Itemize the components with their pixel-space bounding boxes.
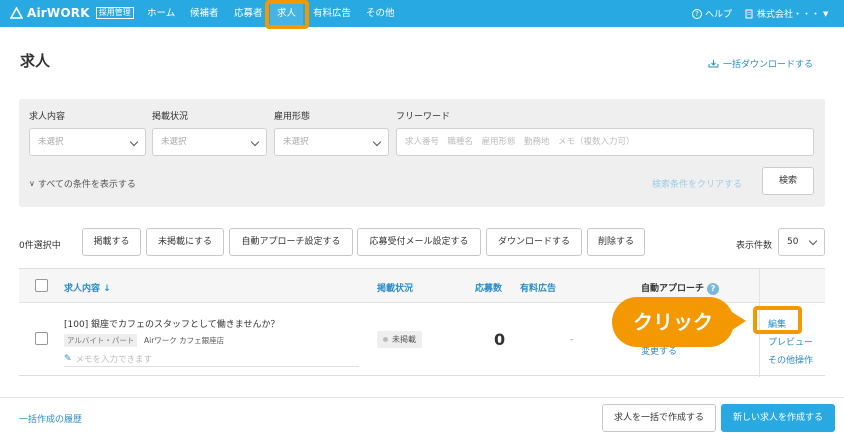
bulk-download-link[interactable]: 一括ダウンロードする <box>708 57 813 70</box>
employment-value: 未選択 <box>283 137 309 147</box>
job-content-value: 未選択 <box>38 137 64 147</box>
selected-count: 0件選択中 <box>19 241 61 251</box>
show-all-conditions-link[interactable]: ∨ すべての条件を表示する <box>29 177 136 190</box>
chevron-down-icon: ∨ <box>29 179 35 188</box>
nav-home[interactable]: ホーム <box>147 0 175 27</box>
th-job-content[interactable]: 求人内容 ↓ <box>64 281 111 294</box>
store-name: Airワーク カフェ銀座店 <box>144 336 225 345</box>
nav-applicants[interactable]: 応募者 <box>234 0 263 27</box>
nav-other[interactable]: その他 <box>366 0 395 27</box>
question-icon[interactable]: ? <box>707 282 720 295</box>
th-status[interactable]: 掲載状況 <box>377 281 413 294</box>
per-page-select[interactable]: 50 <box>778 228 825 256</box>
status-select[interactable]: 未選択 <box>152 128 267 156</box>
other-operations-link[interactable]: その他操作 <box>768 353 813 366</box>
freeword-label: フリーワード <box>396 112 451 122</box>
click-callout: クリック <box>612 297 734 347</box>
th-paid-ad[interactable]: 有料広告 <box>520 281 556 294</box>
building-icon <box>745 9 753 18</box>
nav-jobs-highlight <box>265 0 309 29</box>
sort-arrow-down-icon: ↓ <box>103 284 111 294</box>
th-applications[interactable]: 応募数 <box>475 281 502 294</box>
employment-tag: アルバイト・パート <box>64 334 138 347</box>
unpublish-button[interactable]: 未掲載にする <box>146 228 224 256</box>
status-badge: 未掲載 <box>377 331 422 348</box>
freeword-input[interactable]: 求人番号 職種名 雇用形態 勤務地 メモ（複数入力可） <box>396 128 814 156</box>
clear-conditions-link[interactable]: 検索条件をクリアする <box>652 177 742 190</box>
auto-approach-setting-button[interactable]: 自動アプローチ設定する <box>229 228 353 256</box>
bulk-create-history-link[interactable]: 一括作成の履歴 <box>19 412 82 425</box>
employment-label: 雇用形態 <box>274 112 311 122</box>
edit-link-highlight <box>753 306 802 334</box>
select-all-checkbox[interactable] <box>35 279 48 292</box>
company-menu[interactable]: 株式会社・・・ ▼ <box>744 7 828 20</box>
employment-select[interactable]: 未選択 <box>274 128 389 156</box>
per-page-value: 50 <box>787 237 799 247</box>
memo-placeholder: メモを入力できます <box>75 354 153 365</box>
help-label: ヘルプ <box>705 10 733 20</box>
logo-text: AirWORK <box>27 6 90 20</box>
download-button[interactable]: ダウンロードする <box>486 228 582 256</box>
top-navigation-bar: AirWORK 採用管理 ホーム 候補者 応募者 求人 有料広告 その他 ? ヘ… <box>0 0 844 27</box>
chevron-down-icon: ▼ <box>823 9 829 18</box>
publish-button[interactable]: 掲載する <box>82 228 141 256</box>
pencil-icon: ✎ <box>64 353 72 364</box>
nav-candidates[interactable]: 候補者 <box>190 0 219 27</box>
footer-bar: 一括作成の履歴 求人を一括で作成する 新しい求人を作成する <box>0 397 844 435</box>
filter-panel: 求人内容 未選択 掲載状況 未選択 雇用形態 未選択 フリーワード 求人番号 職… <box>19 99 825 207</box>
th-auto-approach-label: 自動アプローチ <box>641 284 705 294</box>
help-icon: ? <box>692 8 702 19</box>
status-label: 掲載状況 <box>152 112 189 122</box>
job-content-select[interactable]: 未選択 <box>29 128 146 156</box>
status-value: 未選択 <box>161 137 187 147</box>
job-content-label: 求人内容 <box>29 112 66 122</box>
th-job-content-label: 求人内容 <box>64 284 101 294</box>
download-icon <box>708 60 719 68</box>
application-count[interactable]: 0 <box>494 330 505 349</box>
job-title[interactable]: [100] 銀座でカフェのスタッフとして働きませんか？ <box>64 317 280 330</box>
chevron-down-icon <box>129 137 139 147</box>
status-text: 未掲載 <box>392 335 416 344</box>
freeword-placeholder: 求人番号 職種名 雇用形態 勤務地 メモ（複数入力可） <box>405 137 635 147</box>
logo-badge: 採用管理 <box>95 7 134 19</box>
search-button[interactable]: 検索 <box>762 167 814 195</box>
per-page-label: 表示件数 <box>736 241 773 251</box>
help-link[interactable]: ? ヘルプ <box>692 7 732 20</box>
th-auto-approach: 自動アプローチ? <box>641 281 720 295</box>
paid-ad-value: - <box>570 335 574 345</box>
airwork-logo[interactable]: AirWORK 採用管理 <box>10 6 134 20</box>
bulk-download-label: 一括ダウンロードする <box>723 60 814 70</box>
preview-link[interactable]: プレビュー <box>768 335 813 348</box>
page-title: 求人 <box>20 52 51 70</box>
show-all-label: すべての条件を表示する <box>37 180 136 190</box>
logo-triangle-icon <box>10 7 23 19</box>
bulk-create-button[interactable]: 求人を一括で作成する <box>602 404 716 432</box>
memo-field[interactable]: ✎ メモを入力できます <box>64 351 359 367</box>
row-checkbox[interactable] <box>35 332 48 345</box>
chevron-down-icon <box>808 236 818 246</box>
callout-tail <box>732 312 746 330</box>
new-job-button[interactable]: 新しい求人を作成する <box>721 404 835 432</box>
company-name: 株式会社・・・ <box>757 10 821 20</box>
application-mail-setting-button[interactable]: 応募受付メール設定する <box>357 228 481 256</box>
status-dot-icon <box>383 337 388 342</box>
delete-button[interactable]: 削除する <box>587 228 645 256</box>
nav-paid-ads[interactable]: 有料広告 <box>313 0 351 27</box>
chevron-down-icon <box>250 137 260 147</box>
chevron-down-icon <box>372 137 382 147</box>
